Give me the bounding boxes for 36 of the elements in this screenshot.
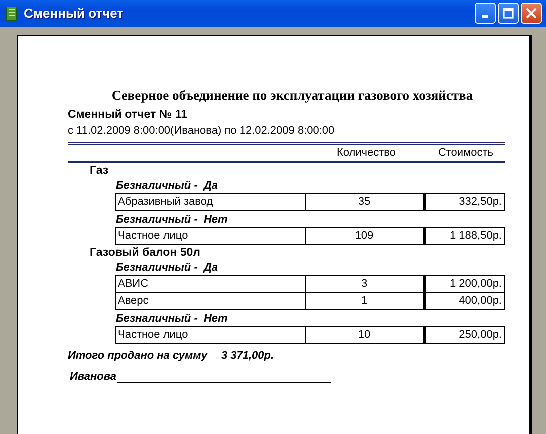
- cost-cell-text: 1 188,50р.: [449, 229, 503, 244]
- quantity-cell: 35: [305, 194, 426, 210]
- cost-cell-text: 1 200,00р.: [449, 277, 503, 292]
- total-label: Итого продано на сумму: [68, 350, 208, 362]
- quantity-cell: 10: [305, 327, 426, 343]
- maximize-icon: [503, 8, 514, 19]
- organization-name: Северное объединение по эксплуатации газового хозяйства: [110, 88, 474, 104]
- close-icon: [526, 8, 537, 19]
- quantity-cell: 1: [305, 293, 426, 309]
- customer-cell-text: Аверс: [117, 294, 150, 309]
- customer-cell-text: Абразивный завод: [117, 195, 214, 210]
- window-title: Сменный отчет: [24, 6, 125, 21]
- payment-type-label: Безналичный - Нет: [116, 214, 229, 226]
- close-button[interactable]: [521, 3, 542, 24]
- column-header: Стоимость: [437, 147, 495, 159]
- customer-cell-text: АВИС: [117, 277, 150, 292]
- quantity-cell: 3: [305, 276, 426, 292]
- group-name: Газ: [90, 165, 110, 177]
- maximize-button[interactable]: [498, 3, 519, 24]
- quantity-cell: 109: [305, 228, 426, 244]
- cost-cell-text: 332,50р.: [458, 195, 503, 210]
- cost-cell-text: 250,00р.: [458, 328, 503, 343]
- customer-cell-text: Частное лицо: [117, 328, 190, 343]
- minimize-button[interactable]: [475, 3, 496, 24]
- group-name: Газовый балон 50л: [90, 247, 202, 259]
- payment-type-label: Безналичный - Да: [116, 180, 220, 192]
- customer-cell-text: Частное лицо: [117, 229, 190, 244]
- column-header: Количество: [336, 147, 398, 159]
- report-title: Сменный отчет № 11: [68, 109, 188, 121]
- report-period: с 11.02.2009 8:00:00(Иванова) по 12.02.2009 8:00:00: [68, 125, 336, 137]
- cost-cell-text: 400,00р.: [458, 294, 503, 309]
- payment-type-label: Безналичный - Нет: [116, 313, 229, 325]
- app-icon: [6, 6, 18, 20]
- payment-type-label: Безналичный - Да: [116, 262, 220, 274]
- signature-name: Иванова: [70, 371, 117, 383]
- total-value: 3 371,00р.: [221, 350, 274, 362]
